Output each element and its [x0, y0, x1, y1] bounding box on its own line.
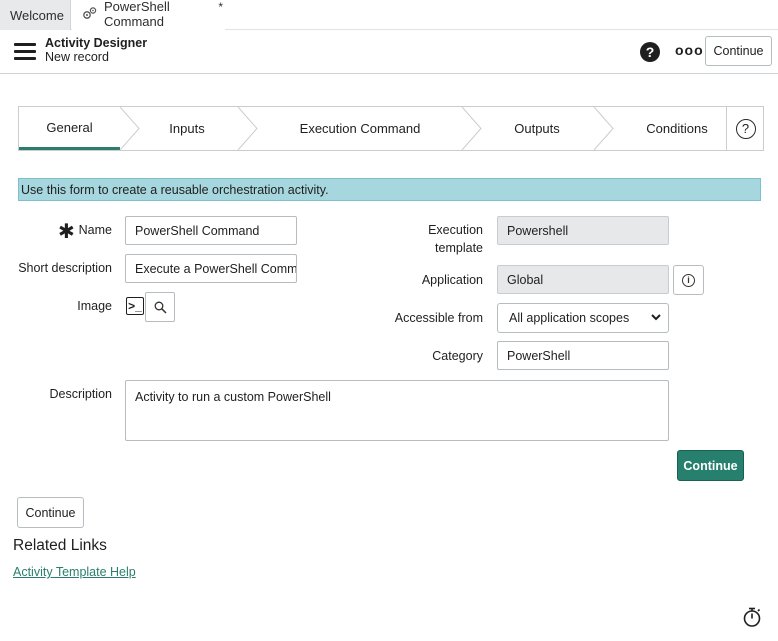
- description-textarea[interactable]: Activity to run a custom PowerShell: [125, 380, 669, 441]
- execution-template-label-line2: template: [435, 241, 483, 255]
- related-links-heading: Related Links: [13, 537, 107, 554]
- execution-template-label-line1: Execution: [428, 223, 483, 237]
- application-field: Global: [497, 265, 669, 294]
- more-options-icon[interactable]: ooo: [675, 42, 704, 58]
- accessible-from-select[interactable]: All application scopes: [497, 303, 669, 333]
- step-label: Conditions: [646, 121, 708, 136]
- question-circle-icon: ?: [735, 118, 756, 139]
- modified-indicator: *: [218, 0, 223, 14]
- form-header: Activity Designer New record ? ooo Conti…: [0, 31, 778, 74]
- header-continue-button[interactable]: Continue: [705, 36, 772, 66]
- step-chevron-icon: [237, 107, 258, 150]
- accessible-from-value: All application scopes: [509, 311, 630, 325]
- tab-welcome[interactable]: Welcome: [0, 0, 71, 30]
- step-progress-bar: General Inputs Execution Command Outputs…: [18, 106, 764, 151]
- search-icon: [154, 301, 167, 314]
- step-inputs[interactable]: Inputs: [137, 107, 237, 150]
- step-chevron-icon: [461, 107, 482, 150]
- step-execution-command[interactable]: Execution Command: [257, 107, 463, 150]
- step-label: General: [46, 119, 93, 135]
- tab-powershell-label: PowerShell Command: [104, 0, 170, 29]
- image-lookup-button[interactable]: [145, 292, 175, 322]
- name-label: Name: [78, 223, 112, 237]
- continue-primary-button[interactable]: Continue: [677, 450, 744, 481]
- hamburger-menu-icon[interactable]: [14, 43, 36, 61]
- step-label: Outputs: [514, 121, 560, 136]
- tab-powershell-command[interactable]: PowerShell Command *: [72, 0, 225, 30]
- short-description-input[interactable]: Execute a PowerShell Comma: [125, 254, 297, 283]
- gears-icon: [82, 6, 98, 23]
- step-label: Inputs: [169, 121, 205, 136]
- tab-welcome-label: Welcome: [10, 7, 64, 23]
- help-icon[interactable]: ?: [640, 42, 660, 62]
- tab-strip: Welcome PowerShell Command *: [0, 0, 778, 30]
- info-icon: i: [682, 273, 695, 287]
- step-general[interactable]: General: [19, 107, 120, 150]
- powershell-terminal-icon: >_: [126, 297, 144, 315]
- page-title: Activity Designer: [45, 36, 148, 50]
- short-description-label: Short description: [18, 261, 112, 275]
- image-label: Image: [77, 299, 112, 313]
- continue-secondary-button[interactable]: Continue: [17, 497, 84, 528]
- accessible-from-label: Accessible from: [394, 311, 483, 325]
- chevron-down-icon: [651, 314, 661, 321]
- page-subtitle: New record: [45, 50, 109, 64]
- step-chevron-icon: [593, 107, 614, 150]
- execution-template-field: Powershell: [497, 216, 669, 245]
- step-label: Execution Command: [299, 121, 421, 136]
- category-input[interactable]: PowerShell: [497, 341, 669, 370]
- step-conditions[interactable]: Conditions: [613, 107, 741, 150]
- activity-template-help-link[interactable]: Activity Template Help: [13, 565, 136, 579]
- stopwatch-icon[interactable]: [742, 606, 762, 628]
- description-label: Description: [49, 387, 112, 401]
- category-label: Category: [432, 349, 483, 363]
- application-info-button[interactable]: i: [673, 265, 704, 295]
- step-outputs[interactable]: Outputs: [481, 107, 593, 150]
- name-input[interactable]: PowerShell Command: [125, 216, 297, 245]
- application-label: Application: [421, 273, 483, 287]
- steps-help-button[interactable]: ?: [726, 107, 764, 150]
- info-banner: Use this form to create a reusable orche…: [18, 178, 761, 201]
